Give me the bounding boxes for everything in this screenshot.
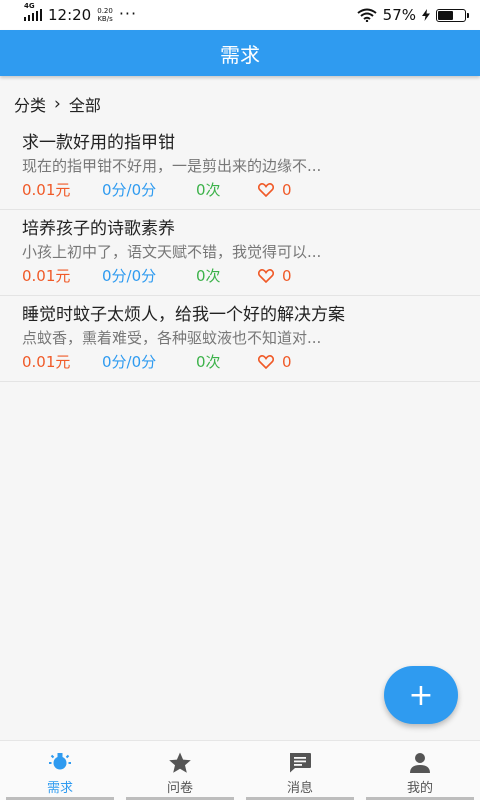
tab-label: 消息 [286, 781, 313, 796]
bulb-icon [49, 753, 71, 770]
item-score: 0分/0分 [102, 353, 157, 371]
item-title: 求一款好用的指甲钳 [22, 133, 175, 153]
item-price: 0.01元 [22, 181, 71, 199]
bottom-nav: 需求 问卷 消息 我的 [0, 740, 480, 800]
item-score: 0分/0分 [102, 267, 157, 285]
heart-icon [258, 269, 274, 283]
list-item[interactable]: 求一款好用的指甲钳 现在的指甲钳不好用，一是剪出来的边缘不... 0.01元 0… [0, 124, 480, 210]
wifi-icon [357, 8, 377, 22]
chevron-right-icon: › [54, 94, 61, 114]
item-meta: 0.01元 0分/0分 0次 0 [22, 350, 458, 374]
item-price: 0.01元 [22, 353, 71, 371]
like-count: 0 [282, 181, 292, 199]
charging-icon [422, 9, 430, 21]
list-item[interactable]: 培养孩子的诗歌素养 小孩上初中了，语文天赋不错，我觉得可以... 0.01元 0… [0, 210, 480, 296]
tab-profile[interactable]: 我的 [360, 741, 480, 800]
demand-list: 求一款好用的指甲钳 现在的指甲钳不好用，一是剪出来的边缘不... 0.01元 0… [0, 124, 480, 382]
heart-icon [258, 183, 274, 197]
tab-label: 需求 [46, 781, 73, 796]
item-count: 0次 [196, 353, 221, 371]
item-likes[interactable]: 0 [258, 350, 292, 374]
item-price: 0.01元 [22, 267, 71, 285]
star-icon [169, 752, 191, 773]
battery-icon [436, 8, 469, 22]
person-icon [410, 753, 430, 773]
chat-icon [290, 753, 311, 773]
plus-icon: + [408, 677, 434, 713]
item-meta: 0.01元 0分/0分 0次 0 [22, 264, 458, 288]
battery-level [438, 10, 453, 20]
battery-percent: 57% [382, 6, 416, 24]
like-count: 0 [282, 353, 292, 371]
more-dots-icon: ··· [118, 3, 138, 23]
item-likes[interactable]: 0 [258, 178, 292, 202]
item-description: 现在的指甲钳不好用，一是剪出来的边缘不... [22, 157, 322, 175]
item-title: 培养孩子的诗歌素养 [22, 219, 175, 239]
item-description: 小孩上初中了，语文天赋不错，我觉得可以... [22, 243, 322, 261]
status-bar: 4G 12:20 0.20 KB/s ··· 57% [0, 0, 480, 30]
item-likes[interactable]: 0 [258, 264, 292, 288]
network-speed: 0.20 KB/s [97, 7, 113, 23]
list-item[interactable]: 睡觉时蚊子太烦人，给我一个好的解决方案 点蚊香，熏着难受，各种驱蚊液也不知道对.… [0, 296, 480, 382]
app-bar: 需求 [0, 30, 480, 76]
breadcrumb[interactable]: 分类 › 全部 [14, 92, 101, 116]
signal-icon: 4G [24, 2, 42, 21]
breadcrumb-current[interactable]: 全部 [69, 92, 101, 116]
tab-messages[interactable]: 消息 [240, 741, 360, 800]
tab-survey[interactable]: 问卷 [120, 741, 240, 800]
breadcrumb-root[interactable]: 分类 [14, 92, 46, 116]
status-time: 12:20 [48, 6, 92, 24]
item-count: 0次 [196, 181, 221, 199]
item-meta: 0.01元 0分/0分 0次 0 [22, 178, 458, 202]
tab-label: 问卷 [166, 781, 193, 796]
page-title: 需求 [220, 42, 260, 67]
tab-label: 我的 [406, 781, 433, 796]
tab-demand[interactable]: 需求 [0, 741, 120, 800]
item-count: 0次 [196, 267, 221, 285]
heart-icon [258, 355, 274, 369]
item-score: 0分/0分 [102, 181, 157, 199]
add-button[interactable]: + [384, 666, 458, 724]
like-count: 0 [282, 267, 292, 285]
item-title: 睡觉时蚊子太烦人，给我一个好的解决方案 [22, 305, 345, 325]
item-description: 点蚊香，熏着难受，各种驱蚊液也不知道对... [22, 329, 322, 347]
network-type: 4G [24, 2, 35, 10]
